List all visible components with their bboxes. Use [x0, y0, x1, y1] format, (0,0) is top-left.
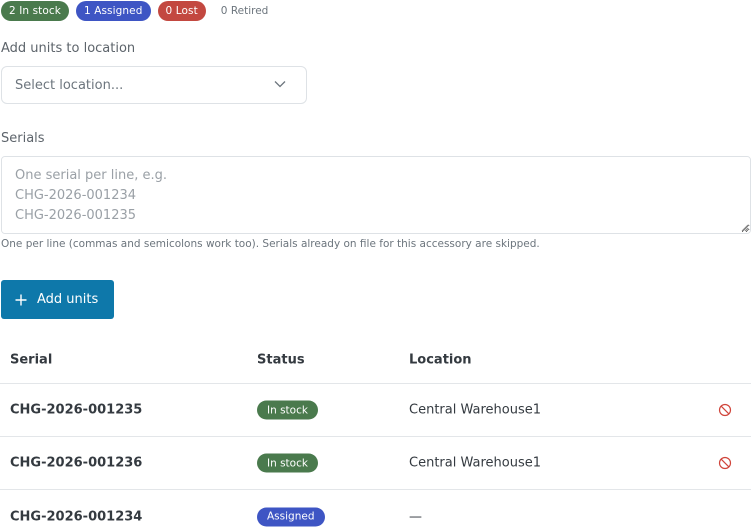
chevron-down-icon [274, 81, 286, 88]
location-cell: — [409, 509, 422, 524]
add-units-label: Add units [37, 292, 99, 307]
serial-cell: CHG-2026-001236 [10, 455, 143, 471]
status-summary: 2 In stock 1 Assigned 0 Lost 0 Retired [1, 1, 268, 21]
serials-help-text: One per line (commas and semicolons work… [1, 238, 540, 250]
plus-icon [15, 294, 27, 305]
serial-cell: CHG-2026-001235 [10, 402, 143, 418]
in-stock-count-badge: 2 In stock [1, 1, 69, 21]
status-badge: In stock [257, 453, 318, 473]
ban-icon[interactable] [717, 402, 733, 418]
location-select[interactable]: Select location... [1, 66, 307, 104]
status-badge: In stock [257, 400, 318, 420]
table-header: Serial Status Location [0, 336, 751, 384]
status-cell: Assigned [257, 507, 325, 526]
status-cell: In stock [257, 453, 318, 473]
location-cell: Central Warehouse1 [409, 455, 541, 471]
serials-label: Serials [1, 131, 45, 146]
units-table: Serial Status Location CHG-2026-001235 I… [0, 336, 751, 531]
assigned-count-badge: 1 Assigned [75, 1, 151, 21]
retired-count-text: 0 Retired [220, 5, 269, 17]
location-column-header: Location [409, 352, 472, 367]
table-row: CHG-2026-001235 In stock Central Warehou… [0, 384, 751, 437]
lost-count-badge: 0 Lost [157, 1, 206, 21]
add-units-button[interactable]: Add units [1, 280, 114, 319]
status-column-header: Status [257, 352, 305, 367]
ban-icon[interactable] [717, 455, 733, 471]
serial-column-header: Serial [10, 352, 53, 367]
table-row: CHG-2026-001234 Assigned — [0, 490, 751, 531]
status-cell: In stock [257, 400, 318, 420]
table-row: CHG-2026-001236 In stock Central Warehou… [0, 437, 751, 490]
serial-cell: CHG-2026-001234 [10, 509, 143, 524]
location-select-placeholder: Select location... [15, 77, 124, 93]
location-cell: Central Warehouse1 [409, 402, 541, 418]
location-label: Add units to location [1, 41, 136, 56]
status-badge: Assigned [257, 507, 325, 526]
serials-textarea[interactable] [1, 156, 751, 234]
